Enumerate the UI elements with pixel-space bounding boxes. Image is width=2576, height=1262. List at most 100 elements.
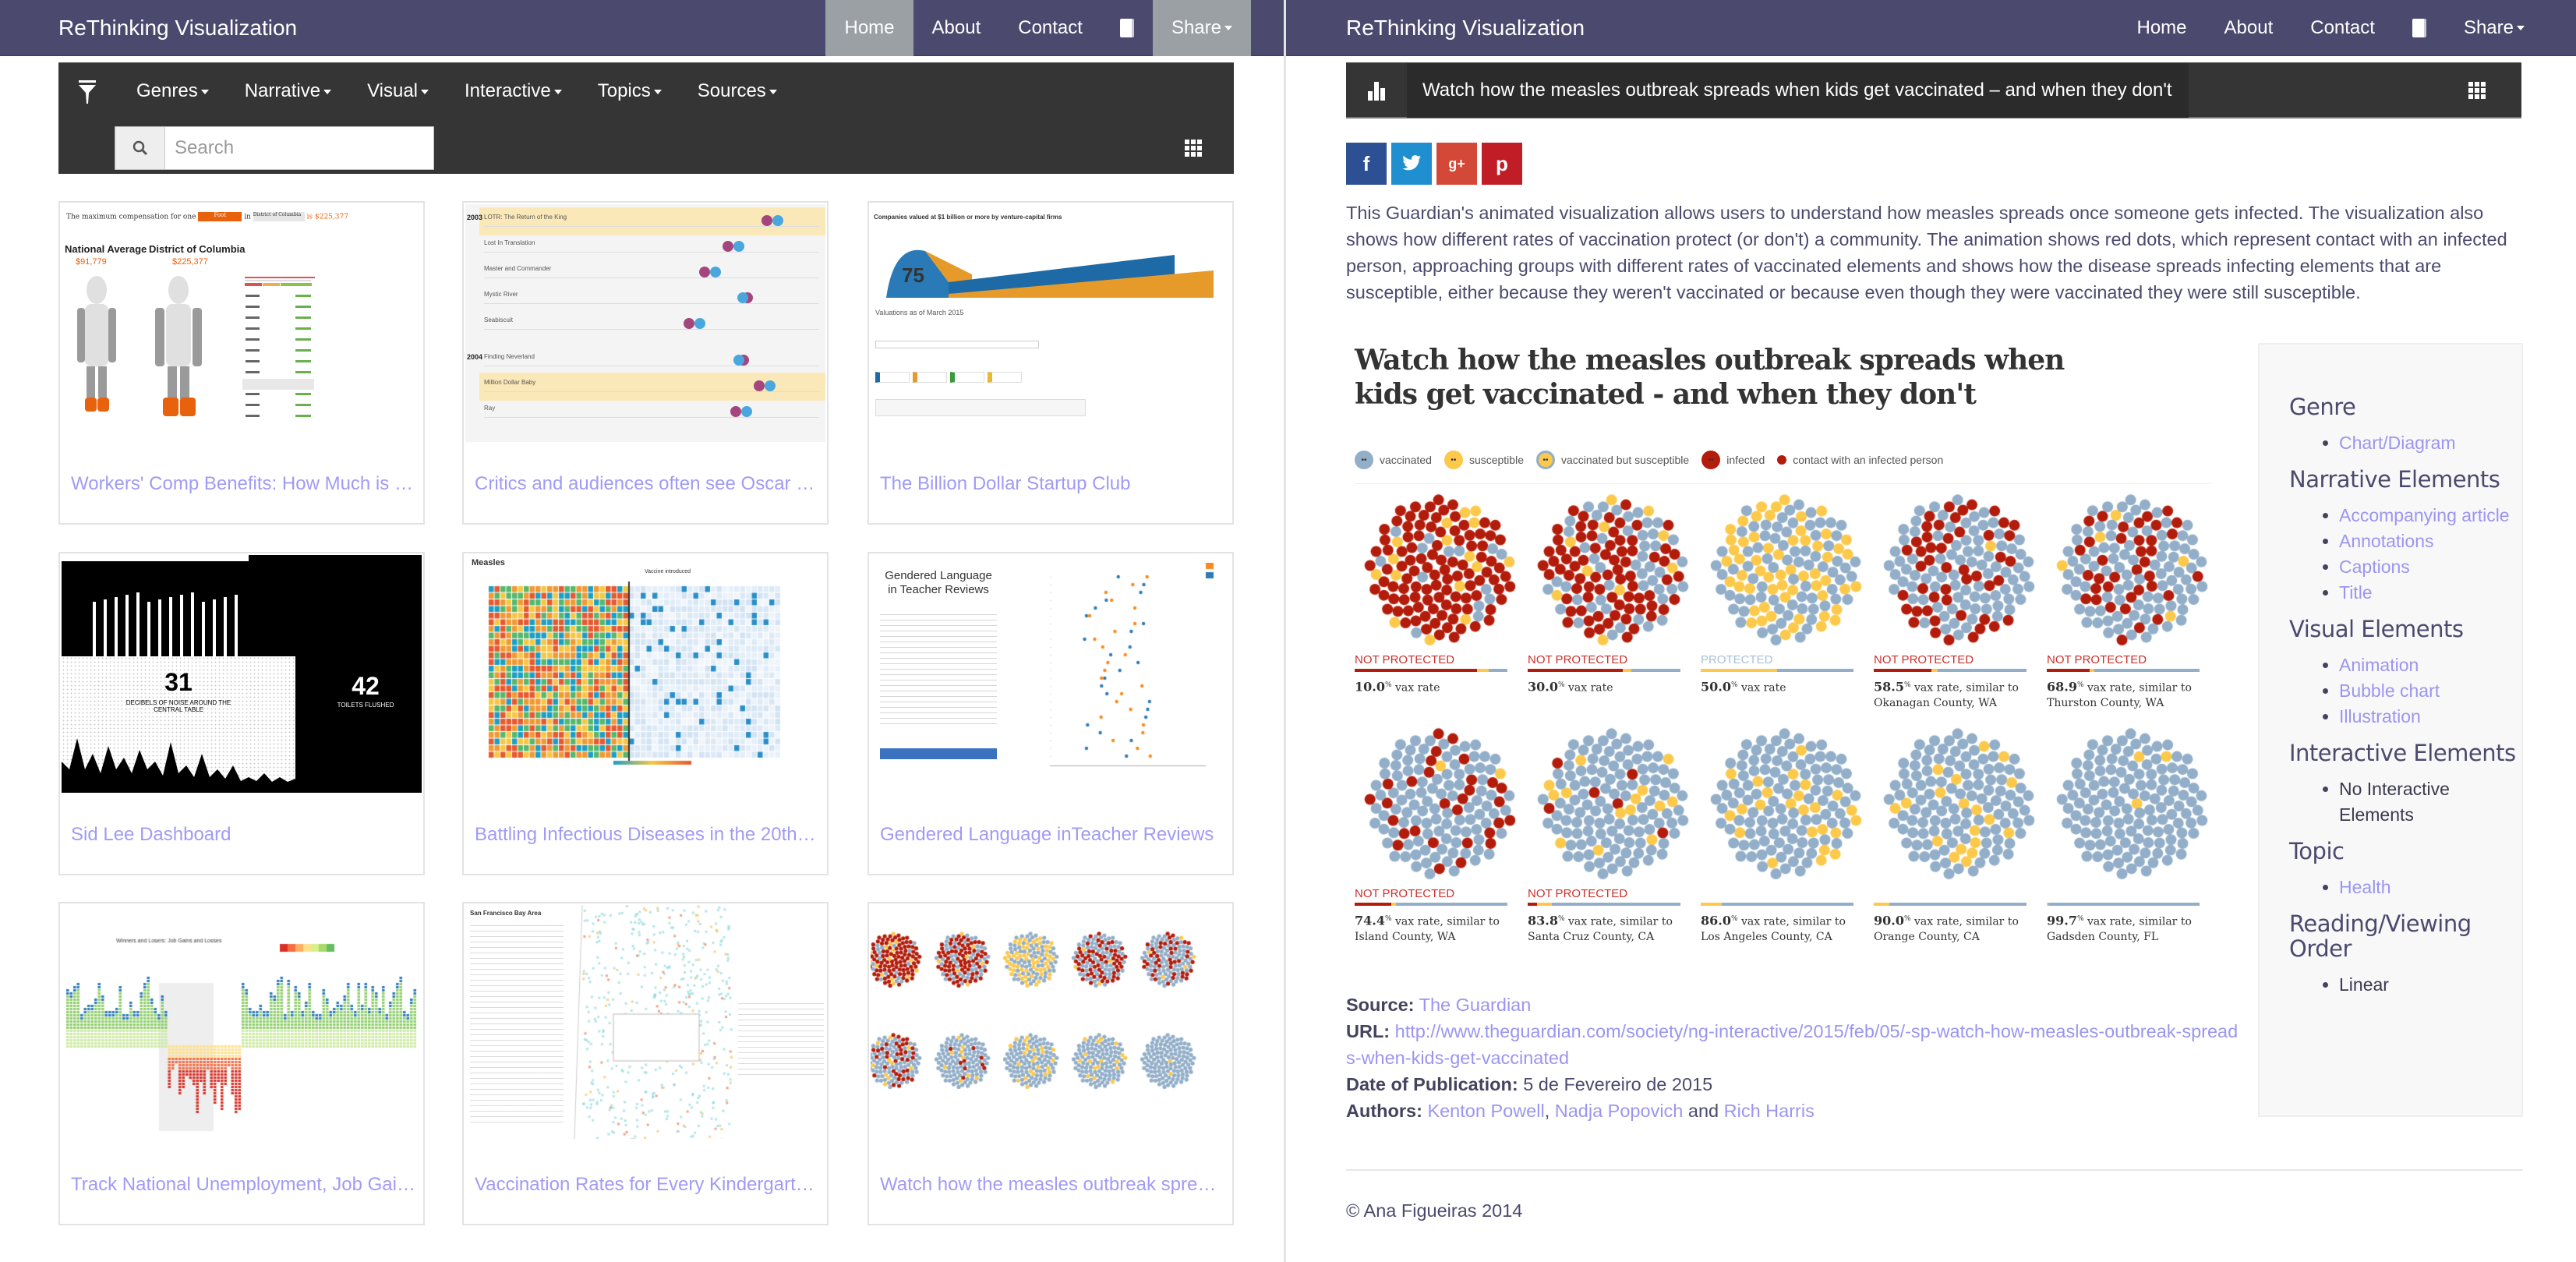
gallery-card[interactable]: Measles Vaccine introduced Battling Infe… <box>462 552 829 875</box>
grid-view-icon[interactable] <box>2468 82 2486 99</box>
protection-status <box>1701 887 1872 901</box>
taxonomy-item[interactable]: Captions <box>2339 554 2521 580</box>
rate-value: 58.5 <box>1874 679 1904 695</box>
twitter-share-button[interactable] <box>1391 143 1432 185</box>
measles-thumbnail <box>871 905 1231 1143</box>
taxonomy-link[interactable]: Accompanying article <box>2339 505 2510 525</box>
thumb-text: $225,377 <box>172 257 208 267</box>
taxonomy-link[interactable]: Illustration <box>2339 706 2421 726</box>
thumb-text: Foot <box>198 212 242 221</box>
search-input[interactable] <box>165 127 433 169</box>
facebook-share-button[interactable]: f <box>1346 143 1387 185</box>
protection-status <box>1874 887 2045 901</box>
facebook-icon: f <box>1362 151 1370 175</box>
card-title[interactable]: Critics and audiences often see Oscar be… <box>475 473 819 495</box>
gallery-card[interactable]: Watch how the measles outbreak spread... <box>868 902 1234 1225</box>
card-title[interactable]: The Billion Dollar Startup Club <box>880 473 1224 495</box>
brand-logo[interactable]: ReThinking Visualization <box>58 16 297 41</box>
vaccination-map <box>567 905 738 1139</box>
legend-item-vaccinated-susceptible: •• vaccinated but susceptible <box>1535 451 1689 469</box>
population-bar <box>1701 903 1853 906</box>
gallery-card[interactable]: 2003 LOTR: The Return of the King Lost In … <box>462 201 829 525</box>
card-title[interactable]: Track National Unemployment, Job Gains .… <box>71 1174 415 1196</box>
taxonomy-item[interactable]: Health <box>2339 875 2521 900</box>
taxonomy-item[interactable]: Illustration <box>2339 704 2521 730</box>
nav-home[interactable]: Home <box>2118 0 2205 56</box>
filter-narrative[interactable]: Narrative <box>245 80 350 102</box>
gallery-card[interactable]: Companies valued at $1 billion or more b… <box>868 201 1234 525</box>
taxonomy-item[interactable]: Accompanying article <box>2339 503 2521 528</box>
nav-contact[interactable]: Contact <box>2292 0 2394 56</box>
taxonomy-item[interactable]: Bubble chart <box>2339 678 2521 704</box>
card-title[interactable]: Vaccination Rates for Every Kindergarten… <box>475 1174 819 1196</box>
source-link[interactable]: The Guardian <box>1419 995 1532 1015</box>
card-title[interactable]: Watch how the measles outbreak spread... <box>880 1174 1224 1196</box>
sid-bar <box>180 595 183 656</box>
taxonomy-item[interactable]: Title <box>2339 580 2521 606</box>
legend-item-susceptible: •• susceptible <box>1443 451 1524 469</box>
navbar: ReThinking Visualization Home About Cont… <box>1286 0 2576 56</box>
gallery-card[interactable]: Track National Unemployment, Job Gains .… <box>58 902 425 1225</box>
nav-share[interactable]: Share <box>2445 0 2543 56</box>
protection-status: NOT PROTECTED <box>2047 653 2147 666</box>
rate-text: vax rate <box>1394 681 1440 695</box>
card-title[interactable]: Sid Lee Dashboard <box>71 824 415 846</box>
gallery-card[interactable]: Gendered Language in Teacher Reviews Gen… <box>868 552 1234 875</box>
taxonomy-item[interactable]: Annotations <box>2339 528 2521 554</box>
card-thumbnail-measles <box>871 905 1231 1143</box>
nav-share[interactable]: Share <box>1152 0 1251 56</box>
gallery-card[interactable]: 31 DECIBELS OF NOISE AROUND THE CENTRAL … <box>58 552 425 875</box>
taxonomy-list: Health <box>2339 875 2521 900</box>
unemployment-chart <box>62 905 422 1143</box>
thumb-text: 31 <box>164 668 193 696</box>
divider <box>1355 483 2212 484</box>
brand-logo[interactable]: ReThinking Visualization <box>1346 16 1585 41</box>
legend-item-vaccinated: •• vaccinated <box>1355 451 1432 469</box>
nav-book[interactable] <box>2394 0 2445 56</box>
filter-topics[interactable]: Topics <box>598 80 680 102</box>
taxonomy-link[interactable]: Annotations <box>2339 531 2433 551</box>
thumb-text: National Average <box>65 243 147 255</box>
title-bar: Watch how the measles outbreak spreads w… <box>1346 62 2521 118</box>
nav-about[interactable]: About <box>913 0 1000 56</box>
population-bar <box>2047 669 2200 672</box>
oscar-film: Million Dollar Baby <box>484 379 536 386</box>
taxonomy-link[interactable]: Bubble chart <box>2339 680 2440 701</box>
taxonomy-item[interactable]: Animation <box>2339 652 2521 678</box>
filter-visual[interactable]: Visual <box>367 80 447 102</box>
filter-icon[interactable] <box>79 80 96 104</box>
body-illustration <box>77 276 315 417</box>
card-title[interactable]: Gendered Language inTeacher Reviews <box>880 824 1224 846</box>
vax-rate: 58.5% vax rate, similar to Okanagan Coun… <box>1874 678 2034 711</box>
taxonomy-link[interactable]: Health <box>2339 877 2390 897</box>
pinterest-share-button[interactable]: p <box>1482 143 1522 185</box>
card-title[interactable]: Workers' Comp Benefits: How Much is a Li… <box>71 473 415 495</box>
filter-interactive[interactable]: Interactive <box>465 80 581 102</box>
filter-sources[interactable]: Sources <box>698 80 796 102</box>
url-link[interactable]: http://www.theguardian.com/society/ng-in… <box>1346 1021 2238 1068</box>
gallery-card[interactable]: San Francisco Bay Area Vaccination Rates… <box>462 902 829 1225</box>
taxonomy-link[interactable]: Chart/Diagram <box>2339 433 2456 453</box>
source-row: Source: The Guardian <box>1346 992 2242 1018</box>
taxonomy-heading: Topic <box>2289 838 2345 864</box>
nav-contact[interactable]: Contact <box>999 0 1101 56</box>
taxonomy-link[interactable]: Animation <box>2339 655 2419 675</box>
grid-view-icon[interactable] <box>1185 140 1202 157</box>
filter-label: Sources <box>697 80 766 101</box>
taxonomy-link[interactable]: Title <box>2339 582 2373 603</box>
card-title[interactable]: Battling Infectious Diseases in the 20th… <box>475 824 819 846</box>
gallery-card[interactable]: The maximum compensation for one Foot in… <box>58 201 425 525</box>
author-link[interactable]: Kenton Powell <box>1427 1101 1544 1121</box>
search-icon[interactable] <box>115 127 165 169</box>
filter-genres[interactable]: Genres <box>136 80 228 102</box>
heatmap-canvas <box>481 575 793 770</box>
author-link[interactable]: Nadja Popovich <box>1555 1101 1684 1121</box>
nav-home[interactable]: Home <box>825 0 913 56</box>
taxonomy-link[interactable]: Captions <box>2339 557 2410 577</box>
population-bubbles <box>1362 726 1518 882</box>
author-link[interactable]: Rich Harris <box>1724 1101 1815 1121</box>
nav-book[interactable] <box>1101 0 1153 56</box>
taxonomy-item[interactable]: Chart/Diagram <box>2339 430 2521 456</box>
nav-about[interactable]: About <box>2206 0 2292 56</box>
google-plus-share-button[interactable]: g+ <box>1436 143 1477 185</box>
